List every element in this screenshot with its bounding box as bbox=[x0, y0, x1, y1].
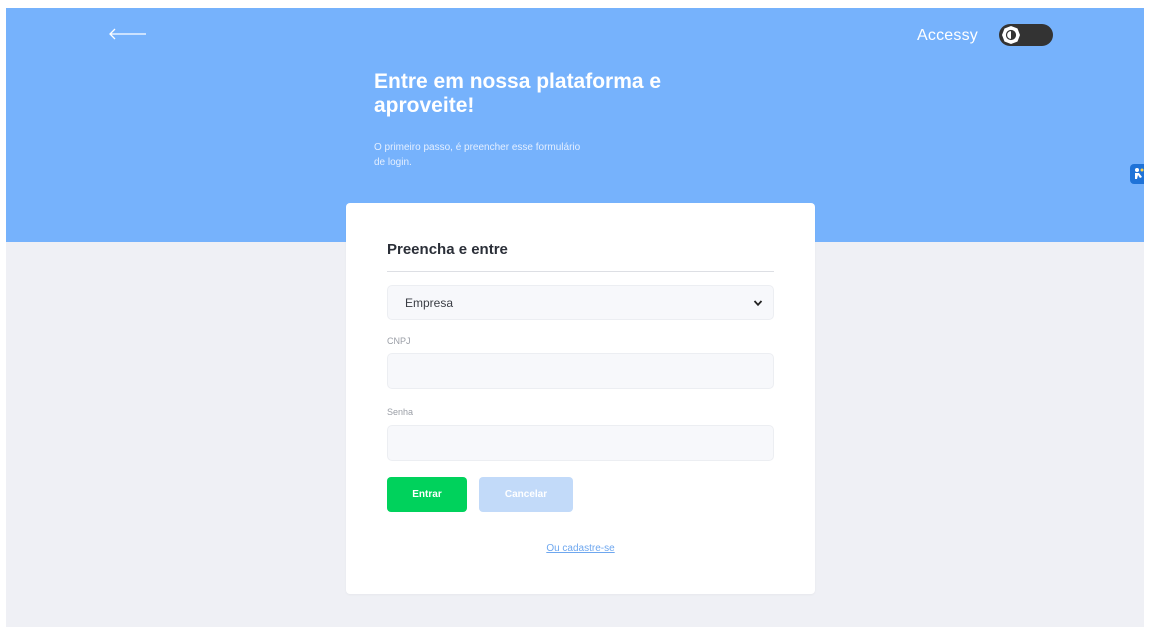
account-type-select[interactable]: Empresa bbox=[387, 285, 774, 320]
page-subtitle: O primeiro passo, é preencher esse formu… bbox=[374, 142, 581, 168]
form-title: Preencha e entre bbox=[387, 241, 508, 258]
accessy-label: Accessy bbox=[917, 27, 978, 44]
signup-link[interactable]: Ou cadastre-se bbox=[346, 543, 815, 554]
page: Accessy Entre em nossa plataforma e apro… bbox=[6, 8, 1144, 627]
password-label: Senha bbox=[387, 407, 414, 417]
submit-button[interactable]: Entrar bbox=[387, 477, 467, 512]
contrast-toggle[interactable] bbox=[999, 24, 1053, 46]
login-card: Preencha e entre Empresa CNPJ Senha Entr… bbox=[346, 203, 815, 594]
arrow-left-icon[interactable] bbox=[108, 24, 148, 44]
account-type-value: Empresa bbox=[405, 296, 454, 310]
accessibility-hand-icon bbox=[1135, 168, 1144, 179]
password-input[interactable] bbox=[387, 425, 774, 461]
divider bbox=[387, 271, 774, 272]
cnpj-label: CNPJ bbox=[387, 336, 411, 346]
accessibility-widget-button[interactable] bbox=[1130, 164, 1144, 184]
cnpj-input[interactable] bbox=[387, 353, 774, 389]
chevron-down-icon bbox=[753, 300, 763, 307]
page-title: Entre em nossa plataforma e aproveite! bbox=[374, 70, 662, 117]
contrast-icon bbox=[1002, 26, 1020, 44]
cancel-button[interactable]: Cancelar bbox=[479, 477, 573, 512]
